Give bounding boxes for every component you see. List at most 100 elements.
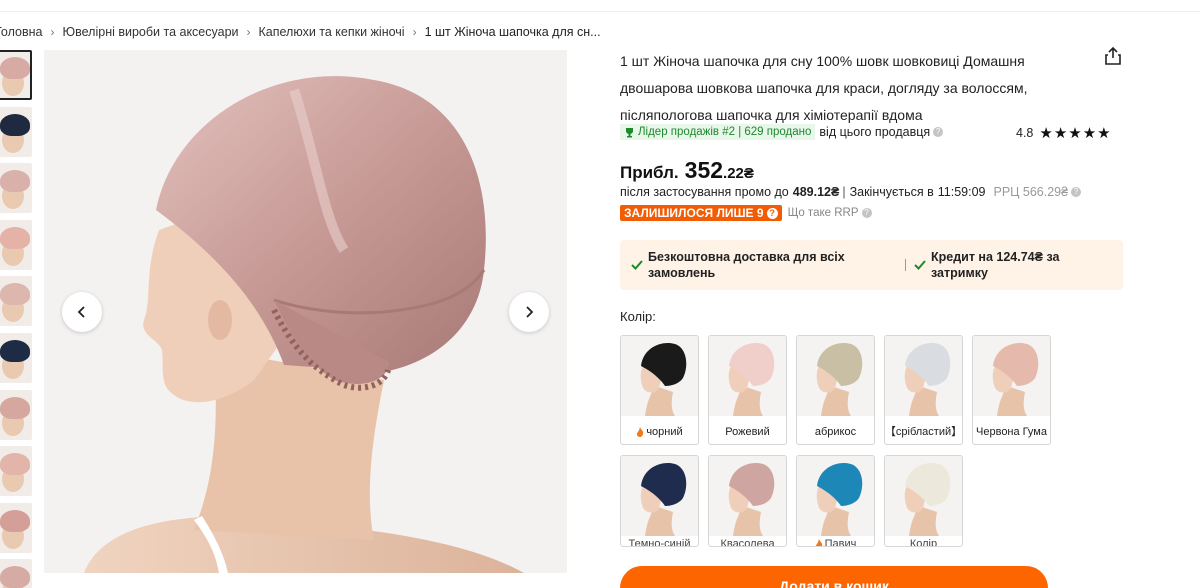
thumbnail-cap — [0, 170, 30, 193]
trophy-icon — [626, 127, 633, 137]
thumbnail-cap — [0, 57, 30, 79]
next-image-button[interactable] — [509, 292, 549, 332]
color-option[interactable]: Колір — [884, 455, 963, 547]
color-option-name: Павич — [797, 537, 874, 547]
thumbnail[interactable] — [0, 389, 32, 440]
flame-icon — [815, 539, 822, 546]
thumbnail[interactable] — [0, 106, 32, 157]
thumbnail[interactable] — [0, 559, 32, 588]
info-icon[interactable]: ? — [933, 127, 944, 137]
price-cents: .22₴ — [723, 165, 754, 182]
color-option[interactable]: Павич — [796, 455, 875, 547]
price-main: 352 — [684, 157, 724, 183]
stock-row: ЗАЛИШИЛОСЯ ЛИШЕ 9 ? Що таке RRP ? — [620, 205, 872, 221]
color-option-image — [621, 336, 698, 416]
color-option-image — [709, 456, 786, 536]
color-option-image — [797, 456, 874, 536]
divider — [905, 259, 906, 271]
thumbnail[interactable] — [0, 219, 32, 270]
product-title: 1 шт Жіноча шапочка для сну 100% шовк шо… — [620, 53, 1028, 123]
thumbnail[interactable] — [0, 50, 32, 100]
thumbnail-cap — [0, 339, 30, 362]
thumbnail[interactable] — [0, 446, 32, 497]
color-option-label: чорний — [646, 425, 683, 438]
color-option-name: 【срібластий】 — [884, 418, 963, 444]
benefits-box: Безкоштовна доставка для всіх замовлень … — [620, 240, 1123, 290]
thumbnail-strip — [0, 50, 32, 588]
promo-text: після застосування промо до — [620, 185, 789, 199]
color-option-image — [885, 456, 962, 536]
chevron-right-icon: › — [50, 25, 55, 39]
ends-text: Закінчується в — [849, 185, 934, 199]
info-icon: ? — [861, 208, 872, 218]
share-icon — [1105, 46, 1121, 65]
color-option-label: абрикос — [814, 425, 857, 438]
previous-image-button[interactable] — [62, 292, 102, 332]
color-option[interactable]: Червона Гума — [972, 335, 1051, 445]
thumbnail-cap — [0, 566, 30, 588]
color-option-image — [621, 456, 698, 536]
add-to-cart-button[interactable]: Додати в кошик — [620, 566, 1048, 588]
low-stock-text: ЗАЛИШИЛОСЯ ЛИШЕ 9 — [624, 206, 764, 220]
color-option[interactable]: Рожевий — [708, 335, 787, 445]
color-option[interactable]: 【срібластий】 — [884, 335, 963, 445]
breadcrumb-current: 1 шт Жіноча шапочка для сн... — [424, 25, 601, 39]
top-divider — [0, 11, 1200, 12]
color-option-label: 【срібластий】 — [884, 425, 963, 438]
check-icon — [914, 260, 926, 270]
thumbnail[interactable] — [0, 276, 32, 327]
rating-value: 4.8 — [1016, 126, 1034, 140]
color-option-name: чорний — [621, 418, 698, 444]
color-option[interactable]: Темно-синій — [620, 455, 699, 547]
flame-icon — [637, 427, 644, 437]
thumbnail-cap — [0, 396, 30, 419]
breadcrumb-hats[interactable]: Капелюхи та кепки жіночі — [259, 25, 405, 39]
color-option-image — [709, 336, 786, 416]
thumbnail-cap — [0, 113, 30, 136]
chevron-right-icon — [526, 306, 534, 318]
check-icon — [631, 260, 643, 270]
color-option-name: абрикос — [797, 418, 874, 444]
price: Прибл. 352 .22₴ — [620, 157, 754, 184]
promo-price: 489.12₴ — [792, 185, 840, 199]
color-option-image — [885, 336, 962, 416]
free-shipping-text[interactable]: Безкоштовна доставка для всіх замовлень — [648, 249, 858, 281]
price-prefix: Прибл. — [620, 163, 679, 182]
breadcrumb-jewelry[interactable]: Ювелірні вироби та аксесуари — [63, 25, 239, 39]
star-rating-icon: ★★★★★ — [1039, 125, 1112, 142]
rrp-help-text: Що таке RRP — [787, 207, 859, 219]
divider: | — [842, 185, 846, 199]
low-stock-badge[interactable]: ЗАЛИШИЛОСЯ ЛИШЕ 9 ? — [620, 205, 782, 221]
color-option-name: Квасолева — [709, 538, 786, 547]
thumbnail[interactable] — [0, 502, 32, 553]
color-option-name: Червона Гума — [973, 418, 1050, 444]
promo-info: після застосування промо до 489.12₴ | За… — [620, 185, 1082, 199]
color-option[interactable]: Квасолева — [708, 455, 787, 547]
rrp-price: РРЦ 566.29₴ — [993, 185, 1069, 199]
credit-text[interactable]: Кредит на 124.74₴ за затримку — [931, 249, 1091, 281]
color-option-label: Павич — [824, 537, 857, 547]
product-photo — [44, 50, 567, 573]
thumbnail-cap — [0, 283, 30, 306]
chevron-right-icon: › — [246, 25, 251, 39]
share-button[interactable] — [1103, 46, 1123, 66]
color-option-image — [973, 336, 1050, 416]
leader-badge-text: Лідер продажів #2 | 629 продано — [638, 126, 812, 138]
thumbnail[interactable] — [0, 332, 32, 383]
thumbnail[interactable] — [0, 163, 32, 214]
question-icon: ? — [766, 207, 778, 219]
color-option-name: Темно-синій — [621, 538, 698, 547]
color-option[interactable]: чорний — [620, 335, 699, 445]
thumbnail-cap — [0, 226, 30, 249]
color-label: Колір: — [620, 309, 656, 324]
breadcrumb-home[interactable]: Головна — [0, 25, 43, 39]
rrp-help-link[interactable]: Що таке RRP ? — [788, 207, 872, 219]
seller-suffix: від цього продавця — [819, 125, 931, 139]
info-icon[interactable]: ? — [1071, 187, 1082, 197]
leader-badge[interactable]: Лідер продажів #2 | 629 продано — [620, 124, 816, 140]
rating[interactable]: 4.8 ★★★★★ — [1016, 124, 1112, 142]
main-product-image — [44, 50, 567, 573]
color-option-label: Темно-синій — [628, 537, 691, 547]
color-option[interactable]: абрикос — [796, 335, 875, 445]
thumbnail-cap — [0, 509, 30, 532]
